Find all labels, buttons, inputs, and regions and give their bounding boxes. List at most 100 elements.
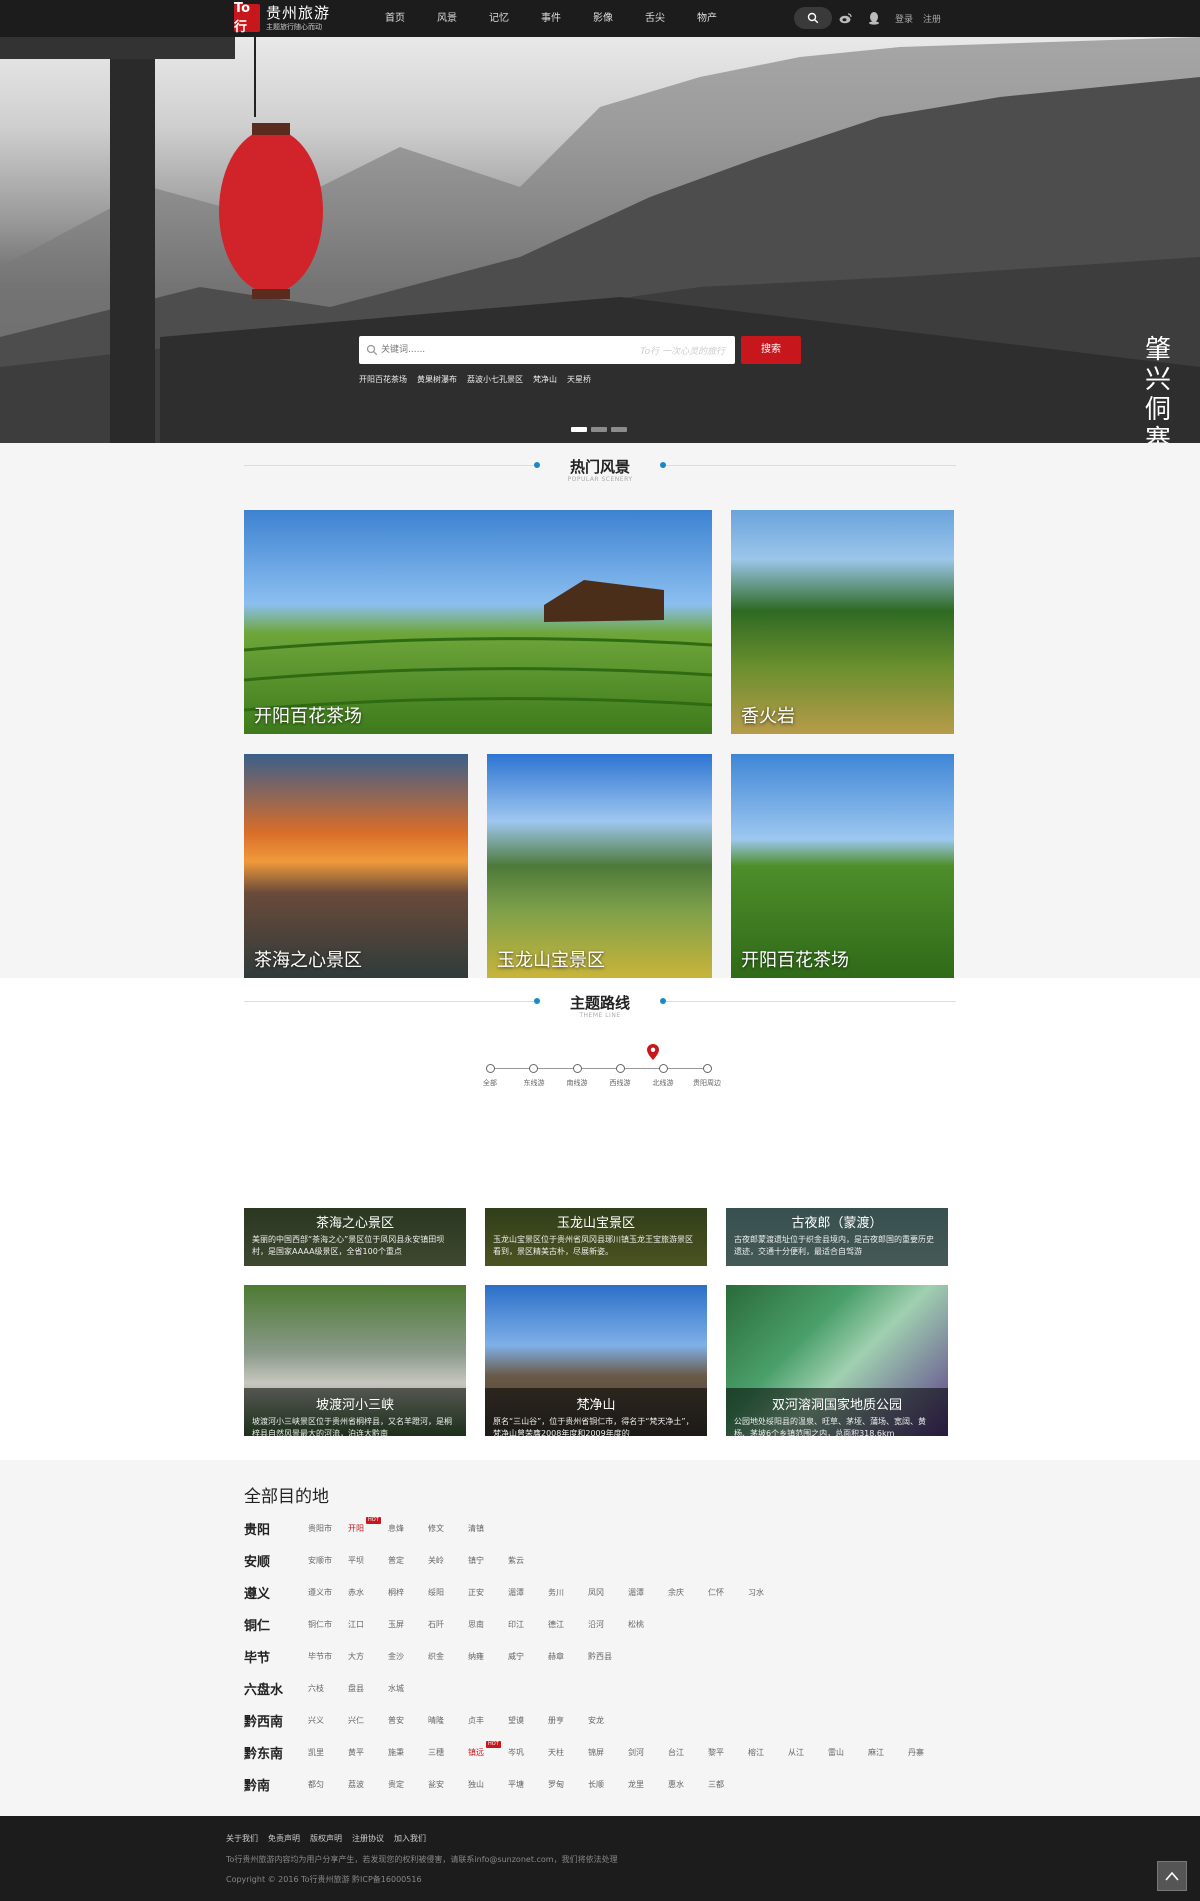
city-link[interactable]: 凯里 — [308, 1747, 348, 1758]
city-link[interactable]: 贞丰 — [468, 1715, 508, 1726]
header-search-button[interactable] — [794, 7, 832, 29]
scenery-card[interactable]: 茶海之心景区 — [244, 754, 468, 978]
scenery-card[interactable]: 开阳百花茶场 — [244, 510, 712, 734]
hot-tag[interactable]: 开阳百花茶场 — [359, 374, 407, 385]
city-link[interactable]: 兴仁 — [348, 1715, 388, 1726]
city-link[interactable]: 石阡 — [428, 1619, 468, 1630]
city-link[interactable]: 黄平 — [348, 1747, 388, 1758]
city-link[interactable]: 赤水 — [348, 1587, 388, 1598]
city-link[interactable]: 息烽 — [388, 1523, 428, 1534]
city-link[interactable]: 安龙 — [588, 1715, 628, 1726]
city-link[interactable]: 印江 — [508, 1619, 548, 1630]
city-link[interactable]: 务川 — [548, 1587, 588, 1598]
city-link[interactable]: 台江 — [668, 1747, 708, 1758]
route-card[interactable]: 梵净山 原名“三山谷”，位于贵州省铜仁市，得名于“梵天净土”，梵净山曾荣膺200… — [485, 1285, 707, 1436]
city-link[interactable]: 开阳 HOT — [348, 1516, 388, 1534]
city-link[interactable]: 三都 — [708, 1779, 748, 1790]
route-label[interactable]: 北线游 — [641, 1078, 685, 1088]
scenery-card[interactable]: 香火岩 — [731, 510, 954, 734]
nav-item-memory[interactable]: 记忆 — [473, 0, 525, 37]
city-link[interactable]: 普安 — [388, 1715, 428, 1726]
city-link[interactable]: 安顺市 — [308, 1555, 348, 1566]
city-link[interactable]: 罗甸 — [548, 1779, 588, 1790]
route-label[interactable]: 贵阳周边 — [685, 1078, 729, 1088]
city-link[interactable]: 瓮安 — [428, 1779, 468, 1790]
hot-tag[interactable]: 荔波小七孔景区 — [467, 374, 523, 385]
city-link[interactable]: 黔西县 — [588, 1651, 628, 1662]
slider-dot[interactable] — [591, 427, 607, 432]
city-link[interactable]: 麻江 — [868, 1747, 908, 1758]
route-card[interactable]: 双河溶洞国家地质公园 公园地处绥阳县的温泉、旺草、茅垭、蒲场、宽阔、黄杨、茅坡6… — [726, 1285, 948, 1436]
city-link[interactable]: 龙里 — [628, 1779, 668, 1790]
city-link[interactable]: 岑巩 — [508, 1747, 548, 1758]
city-link[interactable]: 镇宁 — [468, 1555, 508, 1566]
province-name[interactable]: 黔东南 — [244, 1743, 308, 1762]
city-link[interactable]: 望谟 — [508, 1715, 548, 1726]
city-link[interactable]: 修文 — [428, 1523, 468, 1534]
city-link[interactable]: 施秉 — [388, 1747, 428, 1758]
back-to-top-button[interactable] — [1157, 1861, 1187, 1891]
city-link[interactable]: 江口 — [348, 1619, 388, 1630]
province-name[interactable]: 黔西南 — [244, 1711, 308, 1730]
city-link[interactable]: 习水 — [748, 1587, 788, 1598]
scenery-card[interactable]: 玉龙山宝景区 — [487, 754, 712, 978]
footer-link-agreement[interactable]: 注册协议 — [352, 1833, 384, 1844]
city-link[interactable]: 遵义市 — [308, 1587, 348, 1598]
city-link[interactable]: 仁怀 — [708, 1587, 748, 1598]
province-name[interactable]: 遵义 — [244, 1583, 308, 1602]
register-link[interactable]: 注册 — [923, 12, 941, 25]
city-link[interactable]: 桐梓 — [388, 1587, 428, 1598]
site-logo[interactable]: To行 贵州旅游 主题旅行随心而动 — [234, 1, 330, 35]
hot-tag[interactable]: 天星桥 — [567, 374, 591, 385]
route-label[interactable]: 全部 — [468, 1078, 512, 1088]
city-link[interactable]: 金沙 — [388, 1651, 428, 1662]
qq-icon[interactable] — [866, 10, 882, 26]
city-link[interactable]: 榕江 — [748, 1747, 788, 1758]
city-link[interactable]: 惠水 — [668, 1779, 708, 1790]
city-link[interactable]: 威宁 — [508, 1651, 548, 1662]
city-link[interactable]: 清镇 — [468, 1523, 508, 1534]
city-link[interactable]: 册亨 — [548, 1715, 588, 1726]
city-link[interactable]: 关岭 — [428, 1555, 468, 1566]
route-label[interactable]: 西线游 — [598, 1078, 642, 1088]
province-name[interactable]: 六盘水 — [244, 1679, 308, 1698]
city-link[interactable]: 沿河 — [588, 1619, 628, 1630]
route-node[interactable] — [616, 1064, 625, 1073]
city-link[interactable]: 丹寨 — [908, 1747, 948, 1758]
city-link[interactable]: 铜仁市 — [308, 1619, 348, 1630]
city-link[interactable]: 六枝 — [308, 1683, 348, 1694]
nav-item-scenery[interactable]: 风景 — [421, 0, 473, 37]
city-link[interactable]: 凤冈 — [588, 1587, 628, 1598]
city-link[interactable]: 余庆 — [668, 1587, 708, 1598]
city-link[interactable]: 独山 — [468, 1779, 508, 1790]
city-link[interactable]: 黎平 — [708, 1747, 748, 1758]
nav-item-images[interactable]: 影像 — [577, 0, 629, 37]
province-name[interactable]: 黔南 — [244, 1775, 308, 1794]
province-name[interactable]: 安顺 — [244, 1551, 308, 1570]
city-link[interactable]: 纳雍 — [468, 1651, 508, 1662]
hero-search-input[interactable] — [381, 336, 561, 364]
login-link[interactable]: 登录 — [895, 12, 913, 25]
city-link[interactable]: 水城 — [388, 1683, 428, 1694]
slider-dot[interactable] — [611, 427, 627, 432]
city-link[interactable]: 荔波 — [348, 1779, 388, 1790]
route-node[interactable] — [486, 1064, 495, 1073]
city-link[interactable]: 织金 — [428, 1651, 468, 1662]
nav-item-food[interactable]: 舌尖 — [629, 0, 681, 37]
footer-link-join[interactable]: 加入我们 — [394, 1833, 426, 1844]
city-link[interactable]: 平坝 — [348, 1555, 388, 1566]
route-card[interactable]: 坡渡河小三峡 坡渡河小三峡景区位于贵州省桐梓县，又名羊蹬河，是桐梓县自然风景最大… — [244, 1285, 466, 1436]
city-link[interactable]: 都匀 — [308, 1779, 348, 1790]
city-link[interactable]: 天柱 — [548, 1747, 588, 1758]
city-link[interactable]: 长顺 — [588, 1779, 628, 1790]
route-card[interactable]: 玉龙山宝景区 玉龙山宝景区位于贵州省凤冈县琊川镇玉龙王宝旅游景区看到，景区精美古… — [485, 1208, 707, 1266]
nav-item-events[interactable]: 事件 — [525, 0, 577, 37]
scenery-card[interactable]: 开阳百花茶场 — [731, 754, 954, 978]
route-card[interactable]: 茶海之心景区 美丽的中国西部“茶海之心”景区位于凤冈县永安镇田坝村，是国家AAA… — [244, 1208, 466, 1266]
city-link[interactable]: 三穗 — [428, 1747, 468, 1758]
province-name[interactable]: 毕节 — [244, 1647, 308, 1666]
hero-search-button[interactable]: 搜索 — [741, 336, 801, 364]
nav-item-products[interactable]: 物产 — [681, 0, 733, 37]
city-link[interactable]: 普定 — [388, 1555, 428, 1566]
hot-tag[interactable]: 黄果树瀑布 — [417, 374, 457, 385]
